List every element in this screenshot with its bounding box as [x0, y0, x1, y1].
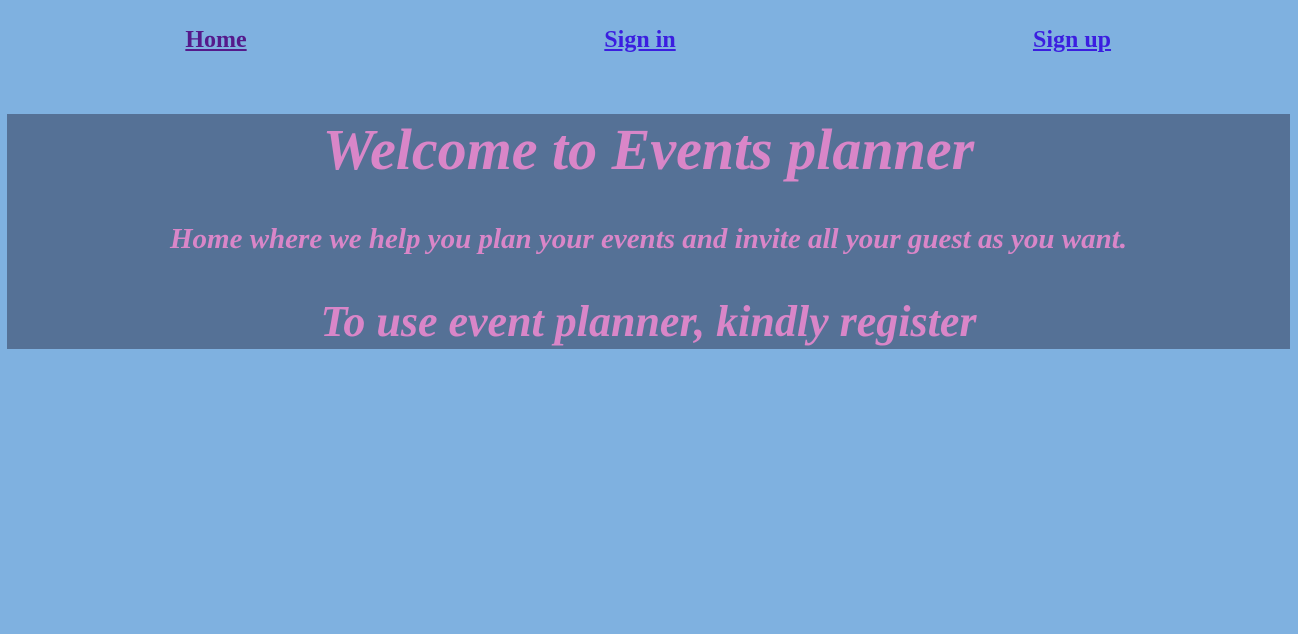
welcome-subtitle: Home where we help you plan your events …	[169, 223, 1128, 255]
sign-up-link[interactable]: Sign up	[1033, 25, 1111, 55]
register-prompt: To use event planner, kindly register	[320, 297, 977, 346]
welcome-banner: Welcome to Events planner Home where we …	[7, 114, 1290, 349]
home-link[interactable]: Home	[185, 25, 246, 55]
sign-in-link[interactable]: Sign in	[604, 25, 675, 55]
page-title: Welcome to Events planner	[322, 117, 975, 182]
top-navigation: Home Sign in Sign up	[0, 0, 1298, 114]
